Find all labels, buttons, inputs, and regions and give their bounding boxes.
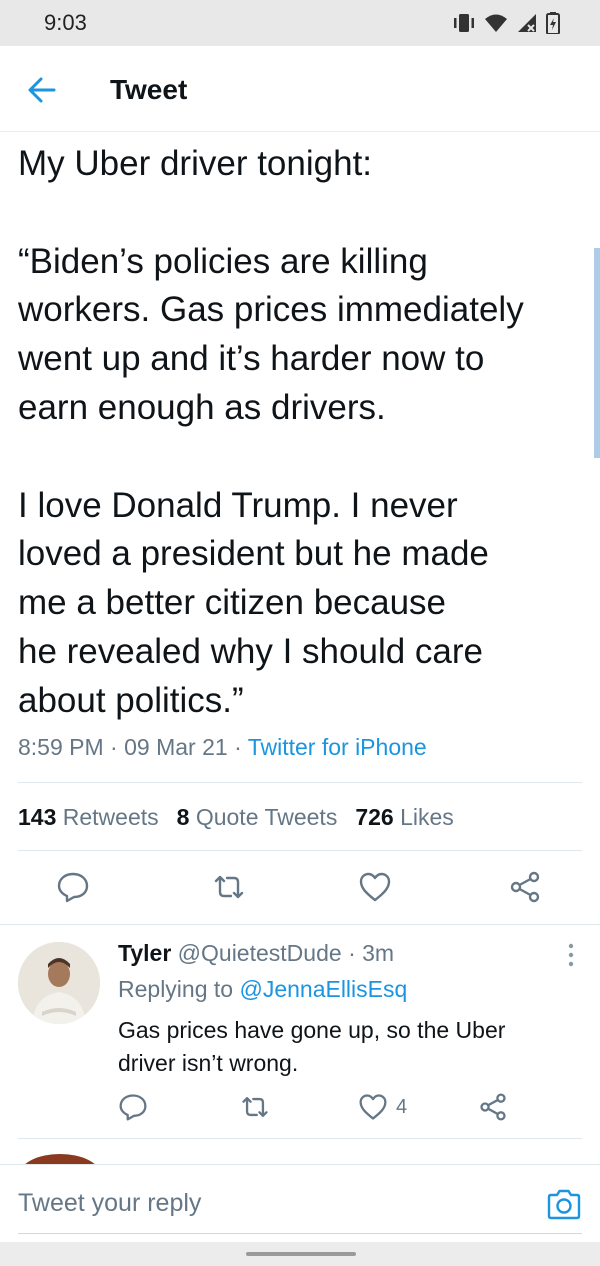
vibrate-icon: [454, 14, 474, 32]
retweets-label: Retweets: [62, 804, 159, 830]
engagement-stats: 143 Retweets 8 Quote Tweets 726 Likes: [18, 804, 454, 831]
tweet-time: 8:59 PM: [18, 734, 104, 760]
like-icon: [359, 1094, 387, 1120]
replying-prefix: Replying to: [118, 976, 234, 1002]
reply-input[interactable]: [18, 1175, 538, 1231]
status-bar: 9:03: [0, 0, 600, 46]
reply-more-button[interactable]: [564, 942, 578, 968]
tweet-date: 09 Mar 21: [124, 734, 228, 760]
system-nav-bar: [0, 1242, 600, 1266]
reply-reply-button[interactable]: [118, 1092, 148, 1122]
meta-separator: ·: [110, 734, 118, 760]
reply-author-handle[interactable]: @QuietestDude: [178, 940, 342, 966]
retweet-button[interactable]: [212, 870, 246, 904]
back-arrow-icon: [28, 77, 56, 103]
divider: [18, 782, 582, 783]
quotes-count: 8: [176, 804, 190, 830]
divider: [18, 850, 582, 851]
reply-like-button[interactable]: [358, 1092, 388, 1122]
cell-signal-icon: [518, 14, 536, 32]
page-title: Tweet: [110, 74, 188, 105]
reply-share-button[interactable]: [478, 1092, 508, 1122]
battery-icon: [546, 12, 560, 34]
reply-retweet-button[interactable]: [240, 1092, 270, 1122]
share-icon: [510, 871, 540, 903]
divider: [0, 924, 600, 925]
share-icon: [480, 1093, 506, 1121]
share-button[interactable]: [508, 870, 542, 904]
wifi-icon: [485, 14, 507, 32]
replying-to-handle[interactable]: @JennaEllisEsq: [239, 976, 407, 1002]
status-icons: [452, 12, 560, 34]
reply-icon: [57, 872, 89, 903]
reply-header: Tyler @QuietestDude · 3m: [118, 940, 394, 967]
next-reply-cutoff: [25, 1154, 95, 1164]
kebab-menu-icon: [568, 943, 574, 967]
replying-to: Replying to @JennaEllisEsq: [118, 976, 407, 1003]
retweet-icon: [214, 875, 244, 899]
input-underline: [18, 1233, 582, 1234]
reply-age: 3m: [362, 940, 395, 966]
next-reply-peek[interactable]: [0, 1140, 600, 1164]
reply-action-bar: 4: [0, 1092, 600, 1128]
retweets-stat[interactable]: 143 Retweets: [18, 804, 159, 831]
retweet-icon: [242, 1097, 268, 1117]
tweet-meta: 8:59 PM · 09 Mar 21 · Twitter for iPhone: [18, 734, 427, 761]
back-button[interactable]: [24, 72, 60, 108]
camera-button[interactable]: [546, 1187, 582, 1223]
likes-label: Likes: [400, 804, 454, 830]
divider: [18, 1138, 582, 1139]
tweet-text: My Uber driver tonight: “Biden’s policie…: [18, 144, 524, 720]
quotes-stat[interactable]: 8 Quote Tweets: [177, 804, 338, 831]
scroll-indicator[interactable]: [594, 248, 600, 458]
reply-icon: [119, 1094, 147, 1121]
compose-bar: [0, 1164, 600, 1242]
like-icon: [359, 872, 391, 902]
home-gesture-handle[interactable]: [246, 1252, 356, 1256]
meta-separator: ·: [234, 734, 242, 760]
like-button[interactable]: [358, 870, 392, 904]
tweet-source-link[interactable]: Twitter for iPhone: [248, 734, 427, 760]
avatar[interactable]: [18, 942, 100, 1024]
reply-text: Gas prices have gone up, so the Uber dri…: [118, 1017, 506, 1076]
reply-separator: ·: [348, 940, 356, 966]
retweets-count: 143: [18, 804, 57, 830]
likes-count: 726: [355, 804, 394, 830]
avatar-image: [18, 942, 100, 1024]
tweet-action-bar: [0, 862, 600, 912]
reply-author-name[interactable]: Tyler: [118, 940, 171, 966]
reply-button[interactable]: [56, 870, 90, 904]
app-header: Tweet: [0, 46, 600, 132]
camera-icon: [547, 1189, 581, 1220]
likes-stat[interactable]: 726 Likes: [355, 804, 453, 831]
quotes-label: Quote Tweets: [195, 804, 338, 830]
reply-like-count: 4: [396, 1096, 408, 1118]
reply-tweet[interactable]: Tyler @QuietestDude · 3m Replying to @Je…: [0, 926, 600, 1138]
status-time: 9:03: [44, 10, 87, 35]
